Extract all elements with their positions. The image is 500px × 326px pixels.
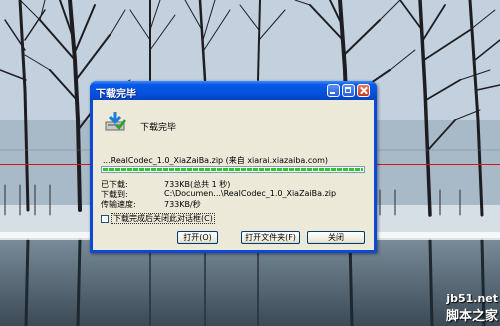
watermark-url: jb51.net	[446, 292, 498, 305]
info-value: C:\Documen...\RealCodec_1.0_XiaZaiBa.zip	[164, 189, 337, 198]
info-value: 733KB/秒	[164, 200, 201, 209]
progress-fill	[103, 168, 363, 171]
site-watermark: jb51.net 脚本之家	[446, 292, 498, 324]
close-button[interactable]: 关闭	[307, 231, 365, 244]
window-title: 下载完毕	[96, 89, 136, 100]
open-button[interactable]: 打开(O)	[177, 231, 218, 244]
title-bar[interactable]: 下载完毕	[90, 81, 377, 100]
download-complete-icon	[105, 112, 126, 131]
info-key: 传输速度:	[101, 200, 136, 209]
progress-bar	[101, 166, 365, 173]
close-on-finish-checkbox[interactable]	[101, 214, 109, 223]
download-source: ...RealCodec_1.0_XiaZaiBa.zip (来自 xiarai…	[103, 156, 329, 165]
close-on-finish-option[interactable]: 下载完成后关闭此对话框(C)	[101, 213, 215, 224]
status-label: 下载完毕	[140, 123, 177, 133]
close-on-finish-label[interactable]: 下载完成后关闭此对话框(C)	[111, 213, 215, 224]
open-folder-button[interactable]: 打开文件夹(F)	[241, 231, 300, 244]
download-complete-dialog: 下载完毕 下载完毕 ...RealCodec_1.0_XiaZaiBa.zip …	[90, 81, 377, 253]
minimize-button[interactable]	[327, 84, 340, 97]
dialog-body: 下载完毕 ...RealCodec_1.0_XiaZaiBa.zip (来自 x…	[93, 100, 374, 250]
watermark-name: 脚本之家	[445, 309, 498, 324]
maximize-button[interactable]	[342, 84, 355, 97]
close-window-button[interactable]	[357, 84, 370, 97]
